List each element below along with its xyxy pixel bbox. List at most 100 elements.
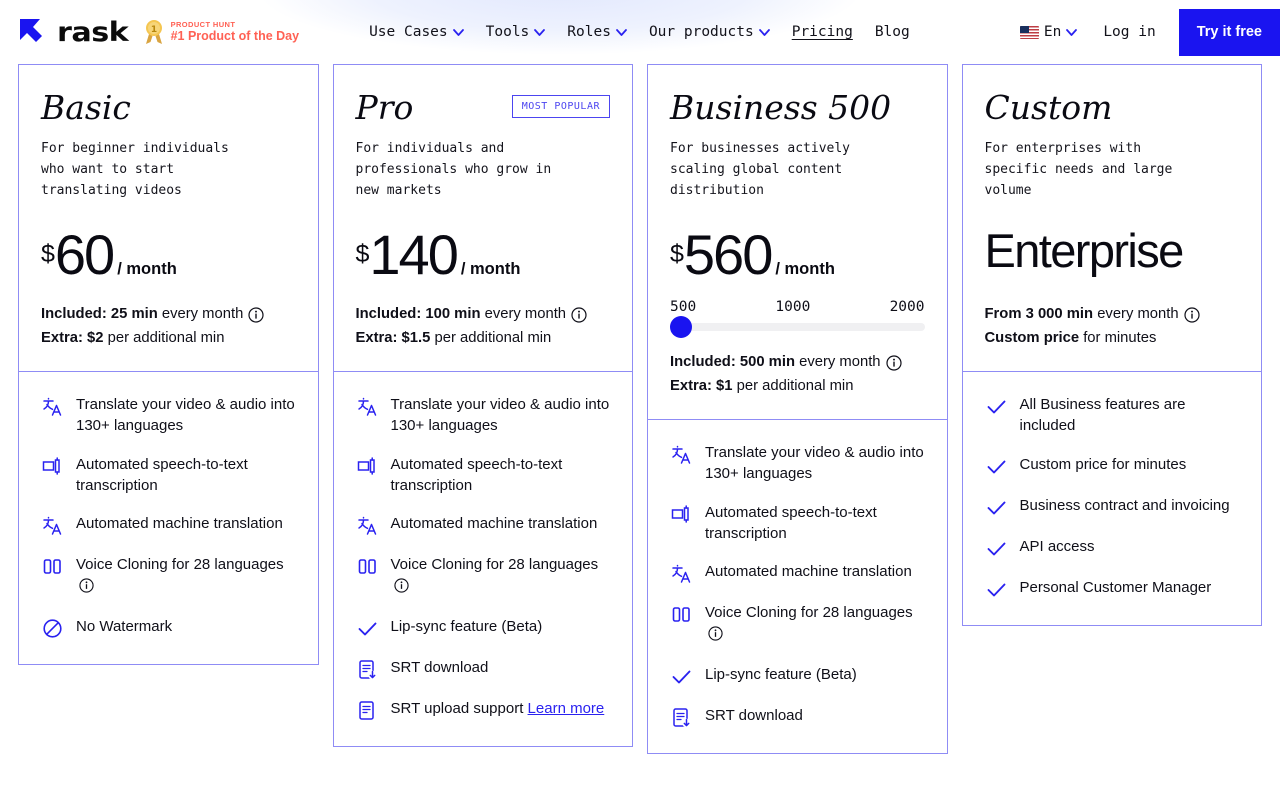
included-suffix: every month (484, 306, 567, 323)
feature-label: Voice Cloning for 28 languages (705, 602, 925, 647)
pricing-card-basic: Basic For beginner individuals who want … (18, 64, 319, 665)
slider-handle[interactable] (670, 316, 692, 339)
extra-suffix: for minutes (1083, 330, 1157, 347)
info-icon[interactable] (885, 355, 902, 371)
product-hunt-badge[interactable]: 1 PRODUCT HUNT #1 Product of the Day (143, 19, 300, 45)
feature-label: Translate your video & audio into 130+ l… (705, 444, 924, 483)
product-hunt-medal-icon: 1 (143, 19, 165, 45)
extra-suffix: per additional min (736, 378, 854, 395)
feature-label: Translate your video & audio into 130+ l… (390, 396, 610, 435)
included-suffix: every month (1097, 306, 1179, 323)
extra-line: Custom price for minutes (985, 327, 1240, 351)
info-icon[interactable] (1184, 307, 1200, 323)
feature-item: Translate your video & audio into 130+ l… (41, 394, 296, 437)
check-icon (985, 395, 1008, 418)
translate-icon (356, 395, 379, 418)
nav-item-blog[interactable]: Blog (875, 24, 910, 40)
plan-title: Custom (984, 88, 1113, 127)
product-hunt-title: #1 Product of the Day (170, 29, 300, 44)
included-line: From 3 000 min every month (985, 303, 1240, 327)
chevron-down-icon (616, 28, 627, 36)
info-icon[interactable] (393, 577, 409, 599)
plan-description: For individuals and professionals who gr… (355, 141, 552, 199)
feature-label: Translate your video & audio into 130+ l… (76, 396, 295, 435)
pricing-grid: Basic For beginner individuals who want … (0, 64, 1280, 754)
nav-label: Tools (485, 24, 530, 40)
nav-label: Blog (874, 24, 910, 40)
feature-label: Automated speech-to-text transcription (390, 455, 563, 494)
included-label: Included: 500 min (670, 354, 795, 371)
price-amount: 560 (683, 223, 773, 287)
info-icon[interactable] (248, 307, 264, 323)
plan-title: Basic (41, 88, 131, 127)
nav-item-tools[interactable]: Tools (486, 24, 546, 40)
header-actions: En Log in Try it free (1019, 0, 1280, 64)
plan-meta: Included: 25 min every month Extra: $2 p… (41, 303, 296, 351)
main-navigation: Use Cases Tools Roles Our products Prici… (369, 24, 910, 40)
extra-label: Extra: $1.5 (355, 330, 431, 347)
pricing-card-pro: Pro MOST POPULAR For individuals and pro… (332, 64, 633, 747)
plan-title: Pro (355, 88, 414, 127)
plan-description: For businesses actively scaling global c… (670, 141, 851, 199)
feature-item: Automated speech-to-text transcription (356, 454, 611, 497)
plan-price: $ 140 / month (356, 227, 611, 283)
slider-tick: 2000 (889, 299, 925, 316)
feature-label: SRT download (390, 658, 489, 676)
try-it-free-button[interactable]: Try it free (1178, 8, 1280, 56)
extra-line: Extra: $1.5 per additional min (356, 327, 611, 351)
pricing-card-custom: Custom For enterprises with specific nee… (961, 64, 1262, 626)
slider-track[interactable] (670, 316, 925, 339)
learn-more-link[interactable]: Learn more (528, 700, 605, 717)
nav-label: Roles (567, 24, 611, 40)
extra-line: Extra: $2 per additional min (41, 327, 296, 351)
feature-item: Translate your video & audio into 130+ l… (356, 394, 611, 437)
feature-item: No Watermark (41, 616, 296, 640)
language-selector[interactable]: En (1019, 24, 1078, 40)
product-hunt-kicker: PRODUCT HUNT (170, 19, 236, 29)
feature-list: All Business features are included Custo… (963, 372, 1262, 625)
currency-symbol: $ (41, 239, 55, 268)
currency-symbol: $ (355, 239, 370, 268)
chevron-down-icon (534, 28, 546, 36)
nav-item-use-cases[interactable]: Use Cases (369, 24, 464, 40)
nav-item-pricing[interactable]: Pricing (792, 24, 853, 40)
nav-item-roles[interactable]: Roles (567, 24, 627, 40)
plan-description: For beginner individuals who want to sta… (41, 141, 229, 199)
card-header: Business 500 For businesses actively sca… (648, 65, 947, 419)
included-line: Included: 100 min every month (356, 303, 611, 327)
feature-label: Voice Cloning for 28 languages (76, 554, 296, 599)
info-icon[interactable] (571, 307, 587, 323)
price-period: / month (460, 260, 521, 279)
feature-label: Business contract and invoicing (1019, 496, 1230, 514)
info-icon[interactable] (79, 577, 94, 599)
feature-label: Automated machine translation (76, 515, 283, 533)
minutes-slider[interactable]: 500 1000 2000 (670, 299, 925, 339)
feature-item: SRT upload support Learn more (356, 698, 611, 722)
plan-meta: Included: 100 min every month Extra: $1.… (356, 303, 611, 351)
srt-download-icon (356, 658, 379, 681)
feature-item: Business contract and invoicing (985, 495, 1240, 519)
price-amount: Enterprise (984, 224, 1185, 278)
login-link[interactable]: Log in (1103, 24, 1155, 40)
nav-item-our-products[interactable]: Our products (649, 24, 770, 40)
nav-label: Use Cases (369, 24, 448, 40)
chevron-down-icon (452, 28, 464, 36)
slider-tick: 1000 (775, 299, 811, 316)
pricing-card-business: Business 500 For businesses actively sca… (647, 64, 948, 754)
plan-title: Business 500 (670, 88, 892, 127)
price-amount: 60 (54, 223, 115, 287)
brand-logo[interactable]: rask (18, 17, 129, 48)
site-header: rask 1 PRODUCT HUNT #1 Product of the Da… (0, 0, 1280, 64)
feature-label: Automated machine translation (705, 563, 912, 581)
voice-cloning-icon (670, 603, 693, 626)
feature-item: Voice Cloning for 28 languages (41, 554, 296, 599)
card-header: Pro MOST POPULAR For individuals and pro… (334, 65, 633, 371)
feature-list: Translate your video & audio into 130+ l… (648, 420, 947, 753)
included-label: Included: 100 min (355, 306, 481, 323)
currency-symbol: $ (670, 239, 684, 268)
info-icon[interactable] (708, 625, 723, 647)
most-popular-badge: MOST POPULAR (511, 95, 610, 118)
extra-line: Extra: $1 per additional min (670, 375, 925, 399)
card-header: Custom For enterprises with specific nee… (963, 65, 1262, 371)
feature-item: Automated machine translation (356, 513, 611, 537)
